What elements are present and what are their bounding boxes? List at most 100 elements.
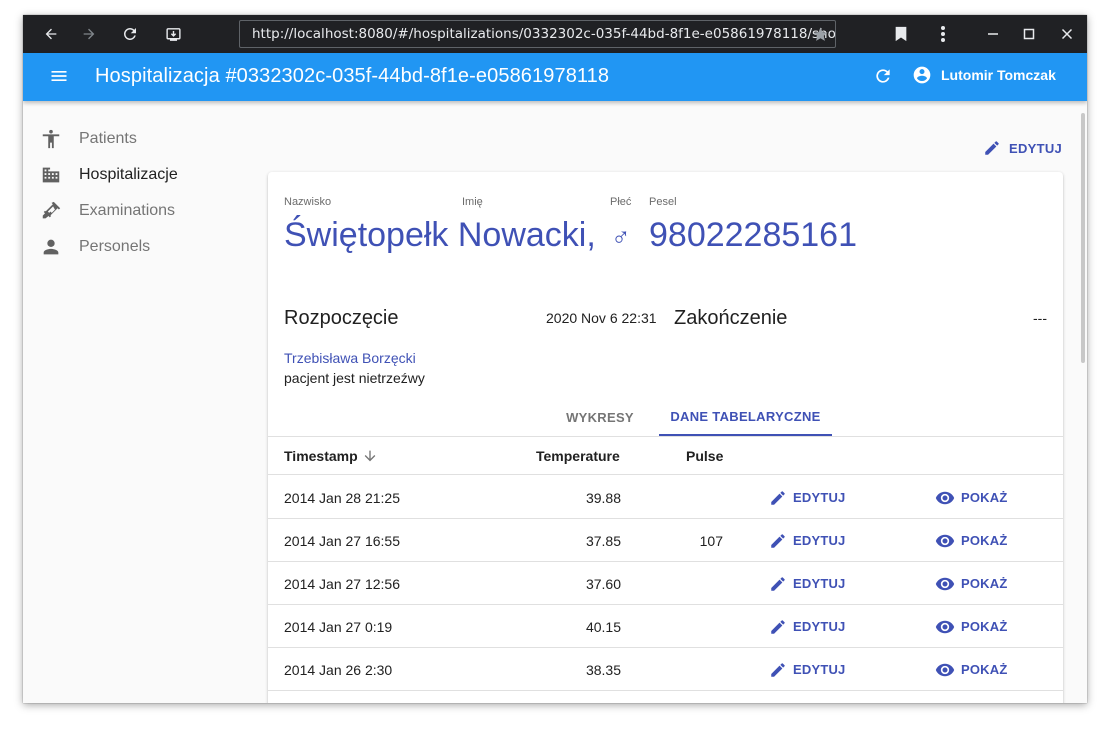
- back-icon[interactable]: [41, 24, 61, 44]
- eye-icon: [935, 534, 955, 547]
- refresh-icon[interactable]: [873, 66, 893, 91]
- row-show-button[interactable]: POKAŻ: [935, 562, 1008, 605]
- male-icon: ♂: [611, 222, 631, 252]
- doctor-link[interactable]: Trzebisława Borzęcki: [284, 350, 416, 366]
- eye-icon: [935, 491, 955, 504]
- forward-icon[interactable]: [79, 24, 99, 44]
- table-row[interactable]: 2014 Jan 27 12:56 37.60 EDYTUJ POKAŻ: [268, 562, 1063, 605]
- sex-label: Płeć: [610, 196, 632, 208]
- sidebar-item-label: Hospitalizacje: [79, 166, 178, 183]
- cell-timestamp: 2014 Jan 27 16:55: [284, 532, 400, 549]
- row-edit-button[interactable]: EDYTUJ: [769, 519, 846, 562]
- tab-dane-tabelaryczne[interactable]: DANE TABELARYCZNE: [659, 398, 832, 436]
- user-name: Lutomir Tomczak: [941, 67, 1056, 83]
- accessibility-icon: [40, 128, 62, 150]
- start-value: 2020 Nov 6 22:31: [546, 310, 657, 326]
- row-edit-button[interactable]: EDYTUJ: [769, 605, 846, 648]
- hospitalization-card: Nazwisko Imię Płeć Pesel Świętopełk Nowa…: [268, 172, 1063, 703]
- hamburger-menu-icon[interactable]: [49, 66, 69, 91]
- cell-pulse: [678, 562, 723, 605]
- table-row[interactable]: 2014 Jan 27 0:19 40.15 EDYTUJ POKAŻ: [268, 605, 1063, 648]
- cell-timestamp: 2014 Jan 28 21:25: [284, 489, 400, 506]
- edit-button[interactable]: EDYTUJ: [983, 139, 1062, 157]
- account-circle-icon: [913, 66, 931, 84]
- sidebar-item-patients[interactable]: Patients: [23, 121, 243, 157]
- sidebar-item-label: Personels: [79, 238, 151, 255]
- pencil-icon: [771, 662, 785, 677]
- tab-bar: WYKRESY DANE TABELARYCZNE: [268, 398, 1063, 436]
- sort-arrow-down-icon: [364, 450, 376, 462]
- user-menu-button[interactable]: Lutomir Tomczak: [912, 65, 1056, 85]
- sidebar-item-examinations[interactable]: Examinations: [23, 193, 243, 229]
- eye-icon: [935, 620, 955, 633]
- column-temperature[interactable]: Temperature: [536, 437, 620, 475]
- pencil-icon: [771, 619, 785, 634]
- bookmark-star-icon[interactable]: [812, 26, 829, 43]
- row-show-button[interactable]: POKAŻ: [935, 605, 1008, 648]
- cell-timestamp: 2014 Jan 27 0:19: [284, 618, 393, 635]
- surname-label: Nazwisko: [284, 196, 332, 208]
- sidebar-item-personels[interactable]: Personels: [23, 229, 243, 265]
- table-row[interactable]: 2014 Jan 26 2:30 38.35 EDYTUJ POKAŻ: [268, 648, 1063, 691]
- hospitalization-note: pacjent jest nietrzeźwy: [284, 370, 425, 386]
- browser-toolbar: http://localhost:8080/#/hospitalizations…: [23, 15, 1087, 53]
- row-edit-button[interactable]: EDYTUJ: [769, 648, 846, 691]
- tab-wykresy[interactable]: WYKRESY: [530, 398, 670, 436]
- pencil-icon: [771, 576, 785, 591]
- sidebar: Patients Hospitalizacje Examinations Per…: [23, 121, 243, 265]
- start-label: Rozpoczęcie: [284, 307, 399, 329]
- row-show-button[interactable]: POKAŻ: [935, 519, 1008, 562]
- row-show-button[interactable]: POKAŻ: [935, 476, 1008, 519]
- end-label: Zakończenie: [674, 307, 788, 329]
- cell-temperature: 39.88: [585, 489, 621, 506]
- url-text: http://localhost:8080/#/hospitalizations…: [252, 26, 836, 42]
- close-icon[interactable]: [1057, 24, 1077, 44]
- sidebar-item-hospitalizacje[interactable]: Hospitalizacje: [23, 157, 243, 193]
- minimize-icon[interactable]: [983, 24, 1003, 44]
- edit-button-label: EDYTUJ: [1009, 140, 1063, 156]
- eye-icon: [935, 663, 955, 676]
- pencil-icon: [771, 490, 785, 505]
- pesel-label: Pesel: [649, 196, 677, 208]
- cell-pulse: 107: [699, 532, 723, 549]
- row-edit-button[interactable]: EDYTUJ: [769, 476, 846, 519]
- pencil-icon: [985, 141, 999, 155]
- sidebar-item-label: Patients: [79, 130, 137, 147]
- cell-temperature: 38.35: [585, 661, 621, 678]
- end-value: ---: [1033, 310, 1047, 326]
- scrollbar[interactable]: [1081, 113, 1085, 363]
- bookmark-icon[interactable]: [891, 24, 911, 44]
- person-icon: [40, 236, 62, 258]
- sidebar-item-label: Examinations: [79, 202, 176, 219]
- column-timestamp[interactable]: Timestamp: [284, 437, 378, 475]
- cell-pulse: [678, 476, 723, 519]
- app-bar: Hospitalizacja #0332302c-035f-44bd-8f1e-…: [23, 53, 1087, 101]
- eye-icon: [935, 577, 955, 590]
- pesel-value: 98022285161: [649, 216, 858, 254]
- cell-temperature: 40.15: [585, 618, 621, 635]
- address-bar[interactable]: http://localhost:8080/#/hospitalizations…: [239, 20, 836, 48]
- cell-pulse: [678, 648, 723, 691]
- browser-window: http://localhost:8080/#/hospitalizations…: [23, 15, 1087, 703]
- name-label: Imię: [462, 196, 483, 208]
- maximize-icon[interactable]: [1019, 24, 1039, 44]
- row-edit-button[interactable]: EDYTUJ: [769, 562, 846, 605]
- cell-temperature: 37.85: [585, 532, 621, 549]
- syringe-icon: [40, 200, 62, 222]
- cell-temperature: 37.60: [585, 575, 621, 592]
- reload-icon[interactable]: [120, 24, 140, 44]
- row-show-button[interactable]: POKAŻ: [935, 648, 1008, 691]
- patient-name[interactable]: Świętopełk Nowacki,: [284, 216, 596, 255]
- table-header: Timestamp Temperature Pulse: [268, 437, 1063, 475]
- cell-pulse: [678, 605, 723, 648]
- menu-dots-icon[interactable]: [933, 24, 953, 44]
- page-title: Hospitalizacja #0332302c-035f-44bd-8f1e-…: [95, 65, 610, 87]
- hospital-icon: [40, 164, 62, 186]
- table-row[interactable]: 2014 Jan 27 16:55 37.85 107 EDYTUJ POKAŻ: [268, 519, 1063, 562]
- cell-timestamp: 2014 Jan 27 12:56: [284, 575, 400, 592]
- install-app-icon[interactable]: [163, 24, 183, 44]
- pencil-icon: [771, 533, 785, 548]
- column-pulse[interactable]: Pulse: [686, 437, 723, 475]
- cell-timestamp: 2014 Jan 26 2:30: [284, 661, 393, 678]
- table-row[interactable]: 2014 Jan 28 21:25 39.88 EDYTUJ POKAŻ: [268, 476, 1063, 519]
